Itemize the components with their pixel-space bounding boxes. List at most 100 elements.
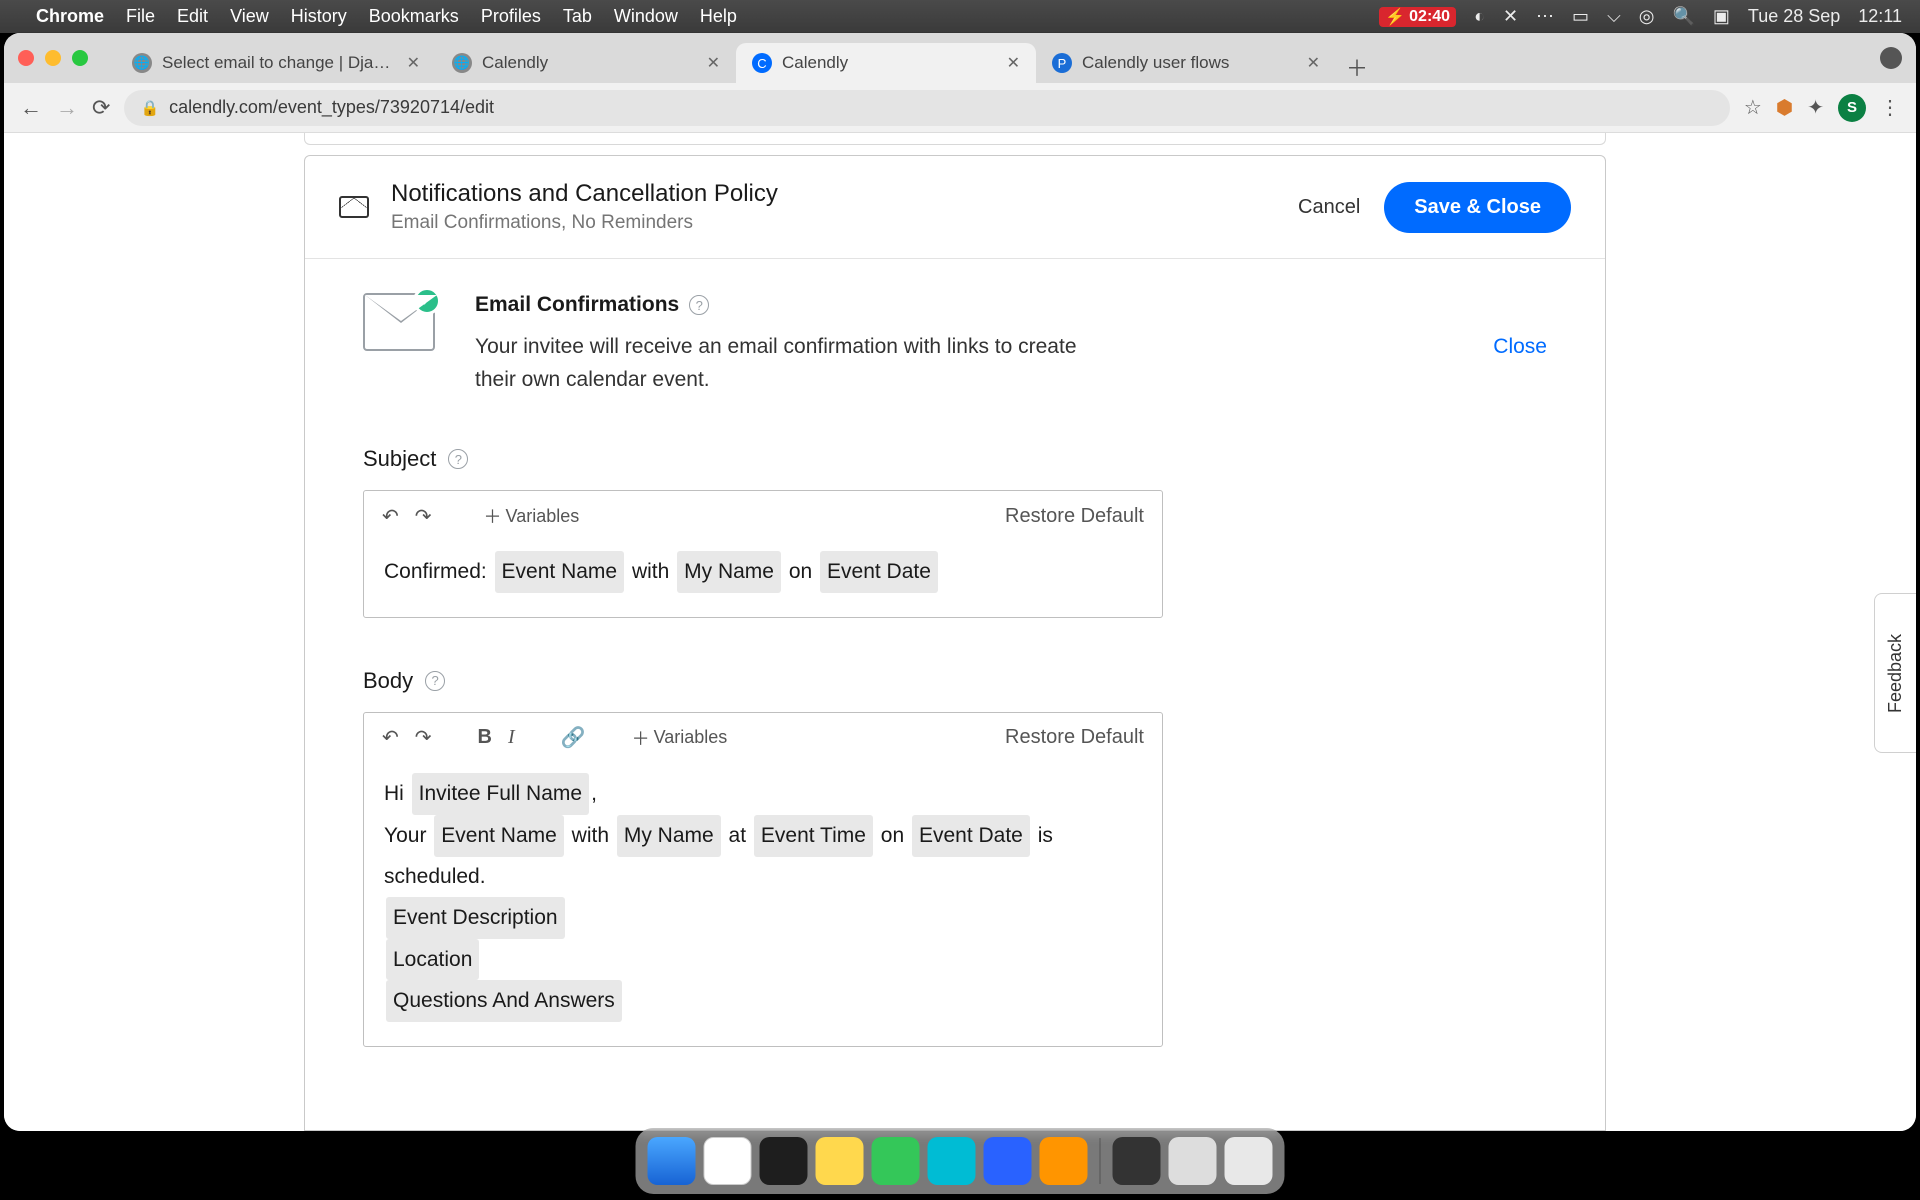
redo-icon[interactable]: ↷ [415, 504, 432, 529]
tab-title: Calendly [782, 53, 997, 73]
globe-icon: 🌐 [452, 53, 472, 73]
save-close-button[interactable]: Save & Close [1384, 182, 1571, 233]
menu-profiles[interactable]: Profiles [481, 6, 541, 27]
help-icon[interactable]: ? [689, 295, 709, 315]
forward-button[interactable]: → [56, 95, 78, 121]
chrome-window: 🌐 Select email to change | Django ✕ 🌐 Ca… [4, 33, 1916, 1131]
dock-trash-icon[interactable] [1225, 1137, 1273, 1185]
siri-icon[interactable]: ▣ [1713, 6, 1730, 27]
feedback-tab[interactable]: Feedback [1874, 593, 1916, 753]
menu-view[interactable]: View [230, 6, 269, 27]
status-icon-1[interactable]: ◐ [1474, 6, 1485, 27]
dock-notes-icon[interactable] [816, 1137, 864, 1185]
redo-icon[interactable]: ↷ [415, 725, 432, 750]
section-heading: Email Confirmations [475, 293, 679, 317]
subject-input[interactable]: Confirmed: Event Name with My Name on Ev… [364, 541, 1162, 617]
dock-terminal-icon[interactable] [760, 1137, 808, 1185]
variable-chip[interactable]: Invitee Full Name [412, 773, 589, 815]
dock-app-icon[interactable] [928, 1137, 976, 1185]
menu-edit[interactable]: Edit [177, 6, 208, 27]
reload-button[interactable]: ⟳ [92, 95, 110, 121]
insert-variables-button[interactable]: ＋Variables [484, 503, 580, 529]
dock-app-icon[interactable] [1169, 1137, 1217, 1185]
variable-chip[interactable]: Event Time [754, 815, 873, 857]
tab-django[interactable]: 🌐 Select email to change | Django ✕ [116, 43, 436, 83]
cancel-button[interactable]: Cancel [1298, 196, 1360, 219]
undo-icon[interactable]: ↶ [382, 725, 399, 750]
previous-section-edge [304, 133, 1606, 145]
card-title: Notifications and Cancellation Policy [391, 180, 778, 208]
variable-chip[interactable]: My Name [677, 551, 781, 593]
window-zoom-button[interactable] [72, 50, 88, 66]
macos-menubar: Chrome File Edit View History Bookmarks … [0, 0, 1920, 33]
address-bar[interactable]: 🔒 calendly.com/event_types/73920714/edit [124, 90, 1729, 126]
dock-chrome-icon[interactable] [704, 1137, 752, 1185]
variable-chip[interactable]: Event Date [820, 551, 938, 593]
tab-userflows[interactable]: P Calendly user flows ✕ [1036, 43, 1336, 83]
spotlight-icon[interactable]: 🔍 [1672, 6, 1694, 27]
body-toolbar: ↶ ↷ B I 🔗 ＋Variables Restore Default [364, 713, 1162, 763]
insert-variables-button[interactable]: ＋Variables [632, 725, 728, 751]
tab-close-icon[interactable]: ✕ [1007, 53, 1020, 73]
menubar-date[interactable]: Tue 28 Sep [1748, 6, 1840, 27]
battery-status[interactable]: ⚡02:40 [1379, 7, 1456, 27]
control-center-icon[interactable]: ◎ [1639, 6, 1655, 27]
bold-icon[interactable]: B [478, 726, 492, 749]
new-tab-button[interactable]: ＋ [1346, 51, 1368, 83]
variable-chip[interactable]: My Name [617, 815, 721, 857]
tab-close-icon[interactable]: ✕ [407, 53, 420, 73]
menu-tab[interactable]: Tab [563, 6, 592, 27]
menu-history[interactable]: History [291, 6, 347, 27]
undo-icon[interactable]: ↶ [382, 504, 399, 529]
menu-window[interactable]: Window [614, 6, 678, 27]
status-icon-3[interactable]: ⋯ [1536, 6, 1554, 27]
italic-icon[interactable]: I [508, 726, 515, 749]
extensions-icon[interactable]: ✦ [1807, 95, 1824, 120]
battery-icon[interactable]: ▭ [1572, 6, 1589, 27]
dock-app-icon[interactable] [1113, 1137, 1161, 1185]
dock-app-icon[interactable] [984, 1137, 1032, 1185]
chrome-menu-icon[interactable]: ⋮ [1880, 95, 1900, 120]
app-name[interactable]: Chrome [36, 6, 104, 27]
back-button[interactable]: ← [20, 95, 42, 121]
body-editor[interactable]: ↶ ↷ B I 🔗 ＋Variables Restore Default Hi … [363, 712, 1163, 1047]
subject-editor[interactable]: ↶ ↷ ＋Variables Restore Default Confirmed… [363, 490, 1163, 618]
variable-chip[interactable]: Event Name [434, 815, 564, 857]
tab-calendly-active[interactable]: C Calendly ✕ [736, 43, 1036, 83]
body-input[interactable]: Hi Invitee Full Name, Your Event Name wi… [364, 763, 1162, 1046]
tab-close-icon[interactable]: ✕ [707, 53, 720, 73]
bookmark-star-icon[interactable]: ☆ [1744, 95, 1762, 120]
variable-chip[interactable]: Questions And Answers [386, 980, 622, 1022]
wifi-icon[interactable]: ⌵ [1607, 6, 1621, 27]
restore-default-button[interactable]: Restore Default [1005, 505, 1144, 528]
macos-dock [636, 1128, 1285, 1194]
help-icon[interactable]: ? [425, 671, 445, 691]
variable-chip[interactable]: Location [386, 939, 479, 981]
toolbar: ← → ⟳ 🔒 calendly.com/event_types/7392071… [4, 83, 1916, 133]
help-icon[interactable]: ? [448, 449, 468, 469]
window-close-button[interactable] [18, 50, 34, 66]
menu-file[interactable]: File [126, 6, 155, 27]
dock-app-icon[interactable] [1040, 1137, 1088, 1185]
tab-calendly-1[interactable]: 🌐 Calendly ✕ [436, 43, 736, 83]
dock-app-icon[interactable] [872, 1137, 920, 1185]
link-icon[interactable]: 🔗 [561, 725, 586, 750]
extension-metamask-icon[interactable]: ⬢ [1776, 95, 1793, 120]
variable-chip[interactable]: Event Description [386, 897, 565, 939]
url-text: calendly.com/event_types/73920714/edit [169, 97, 494, 118]
tab-close-icon[interactable]: ✕ [1307, 53, 1320, 73]
status-icon-2[interactable]: ✕ [1503, 6, 1518, 27]
tab-overflow-icon[interactable] [1880, 47, 1902, 69]
profile-avatar[interactable]: S [1838, 94, 1866, 122]
mail-icon [339, 196, 369, 218]
menu-bookmarks[interactable]: Bookmarks [369, 6, 459, 27]
restore-default-button[interactable]: Restore Default [1005, 726, 1144, 749]
variable-chip[interactable]: Event Name [495, 551, 625, 593]
section-description: Your invitee will receive an email confi… [475, 331, 1115, 396]
menu-help[interactable]: Help [700, 6, 737, 27]
window-minimize-button[interactable] [45, 50, 61, 66]
menubar-time[interactable]: 12:11 [1858, 6, 1902, 27]
dock-finder-icon[interactable] [648, 1137, 696, 1185]
close-link[interactable]: Close [1493, 335, 1547, 359]
variable-chip[interactable]: Event Date [912, 815, 1030, 857]
